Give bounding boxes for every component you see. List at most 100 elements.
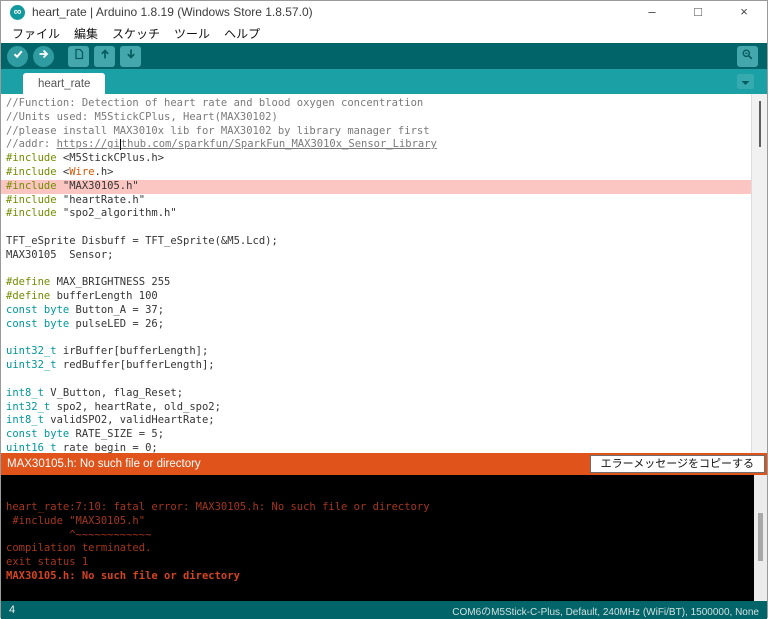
code-segment: #include (6, 180, 57, 192)
close-button[interactable]: × (721, 1, 767, 23)
code-segment: "spo2_algorithm.h" (57, 207, 177, 219)
code-line[interactable]: int32_t spo2, heartRate, old_spo2; (1, 401, 752, 415)
code-line[interactable]: #define bufferLength 100 (1, 290, 752, 304)
code-line[interactable]: #include <M5StickCPlus.h> (1, 152, 752, 166)
arrow-down-icon (125, 47, 137, 65)
code-line[interactable]: #include <Wire.h> (1, 166, 752, 180)
code-segment: pulseLED = 26; (69, 318, 164, 330)
code-segment: redBuffer[bufferLength]; (57, 359, 215, 371)
magnifier-icon (741, 48, 754, 66)
code-segment: MAX30105 Sensor; (6, 249, 113, 261)
console-output: heart_rate:7:10: fatal error: MAX30105.h… (1, 475, 767, 601)
code-segment: #include (6, 166, 57, 178)
code-line[interactable]: //Units used: M5StickCPlus, Heart(MAX301… (1, 111, 752, 125)
save-button[interactable] (120, 46, 141, 67)
code-segment: <M5StickCPlus.h> (57, 152, 164, 164)
code-segment: "MAX30105.h" (57, 180, 139, 192)
code-segment: const byte (6, 428, 69, 440)
toolbar (1, 43, 767, 69)
code-line[interactable]: int8_t validSPO2, validHeartRate; (1, 414, 752, 428)
title-bar: ∞ heart_rate | Arduino 1.8.19 (Windows S… (1, 1, 767, 23)
code-segment: TFT_eSprite Disbuff = TFT_eSprite(&M5.Lc… (6, 235, 278, 247)
tab-list-dropdown-button[interactable] (737, 74, 754, 89)
console-line: MAX30105.h: No such file or directory (1, 570, 767, 584)
code-segment: int8_t (6, 387, 44, 399)
code-editor[interactable]: //Function: Detection of heart rate and … (1, 94, 767, 453)
code-line[interactable]: uint32_t irBuffer[bufferLength]; (1, 345, 752, 359)
code-line[interactable]: //please install MAX3010x lib for MAX301… (1, 125, 752, 139)
code-segment: uint32_t (6, 345, 57, 357)
serial-monitor-button[interactable] (737, 46, 758, 67)
code-segment: .h> (95, 166, 114, 178)
copy-error-button[interactable]: エラーメッセージをコピーする (590, 455, 765, 473)
editor-scrollbar-thumb[interactable] (759, 101, 761, 147)
code-line[interactable]: MAX30105 Sensor; (1, 249, 752, 263)
code-segment: const byte (6, 304, 69, 316)
code-segment: RATE_SIZE = 5; (69, 428, 164, 440)
check-icon (12, 47, 24, 65)
arduino-logo-icon: ∞ (10, 5, 25, 20)
board-port-info: COM6のM5Stick-C-Plus, Default, 240MHz (Wi… (452, 603, 759, 618)
error-message: MAX30105.h: No such file or directory (1, 458, 201, 470)
code-area: //Function: Detection of heart rate and … (1, 94, 767, 453)
console-scrollbar-thumb[interactable] (758, 513, 763, 561)
error-bar: MAX30105.h: No such file or directory エラ… (1, 453, 767, 475)
code-line[interactable] (1, 332, 752, 346)
code-segment: uint16_t (6, 442, 57, 453)
code-segment: //please install MAX3010x lib for MAX301… (6, 125, 430, 137)
console-line: ^~~~~~~~~~~~~ (1, 529, 767, 543)
arrow-up-icon (99, 47, 111, 65)
code-segment: bufferLength 100 (50, 290, 157, 302)
arduino-ide-window: { "window": { "title": "heart_rate | Ard… (0, 0, 768, 618)
code-segment: #define (6, 276, 50, 288)
console-line: heart_rate:7:10: fatal error: MAX30105.h… (1, 501, 767, 515)
tab-heart-rate[interactable]: heart_rate (23, 73, 105, 94)
verify-button[interactable] (7, 46, 28, 67)
code-segment: #include (6, 152, 57, 164)
menu-bar: ファイル編集スケッチツールヘルプ (1, 23, 767, 43)
menu-sketch[interactable]: スケッチ (105, 23, 167, 44)
menu-edit[interactable]: 編集 (67, 23, 105, 44)
code-line[interactable] (1, 263, 752, 277)
code-line[interactable] (1, 221, 752, 235)
code-segment: "heartRate.h" (57, 194, 146, 206)
new-sketch-button[interactable] (68, 46, 89, 67)
code-line[interactable]: #define MAX_BRIGHTNESS 255 (1, 276, 752, 290)
code-line[interactable]: #include "heartRate.h" (1, 194, 752, 208)
code-line[interactable] (1, 373, 752, 387)
code-line[interactable]: //Function: Detection of heart rate and … (1, 97, 752, 111)
console-scrollbar[interactable] (754, 475, 767, 601)
code-line[interactable]: //addr: https://github.com/sparkfun/Spar… (1, 138, 752, 152)
code-segment: Button_A = 37; (69, 304, 164, 316)
code-line[interactable]: #include "spo2_algorithm.h" (1, 207, 752, 221)
code-segment: MAX_BRIGHTNESS 255 (50, 276, 170, 288)
menu-help[interactable]: ヘルプ (217, 23, 267, 44)
tab-bar: heart_rate (1, 69, 767, 94)
console-line: compilation terminated. (1, 542, 767, 556)
code-segment: #include (6, 194, 57, 206)
code-line[interactable]: const byte pulseLED = 26; (1, 318, 752, 332)
code-segment: //addr: (6, 138, 57, 150)
code-line-error-highlight[interactable]: #include "MAX30105.h" (1, 180, 752, 194)
arrow-right-icon (38, 47, 50, 65)
window-title: heart_rate | Arduino 1.8.19 (Windows Sto… (32, 5, 313, 19)
code-segment: //Units used: M5StickCPlus, Heart(MAX301… (6, 111, 278, 123)
code-line[interactable]: uint16_t rate_begin = 0; (1, 442, 752, 453)
code-line[interactable]: const byte Button_A = 37; (1, 304, 752, 318)
cursor-line-indicator: 4 (9, 604, 15, 616)
editor-scrollbar[interactable] (751, 94, 767, 453)
upload-button[interactable] (33, 46, 54, 67)
maximize-button[interactable]: □ (675, 1, 721, 23)
code-segment: const byte (6, 318, 69, 330)
code-line[interactable]: uint32_t redBuffer[bufferLength]; (1, 359, 752, 373)
code-line[interactable]: int8_t V_Button, flag_Reset; (1, 387, 752, 401)
chevron-down-icon (741, 73, 750, 91)
menu-file[interactable]: ファイル (5, 23, 67, 44)
console-text: heart_rate:7:10: fatal error: MAX30105.h… (1, 475, 767, 584)
code-line[interactable]: const byte RATE_SIZE = 5; (1, 428, 752, 442)
code-segment: #include (6, 207, 57, 219)
menu-tools[interactable]: ツール (167, 23, 217, 44)
code-line[interactable]: TFT_eSprite Disbuff = TFT_eSprite(&M5.Lc… (1, 235, 752, 249)
open-button[interactable] (94, 46, 115, 67)
minimize-button[interactable]: – (629, 1, 675, 23)
